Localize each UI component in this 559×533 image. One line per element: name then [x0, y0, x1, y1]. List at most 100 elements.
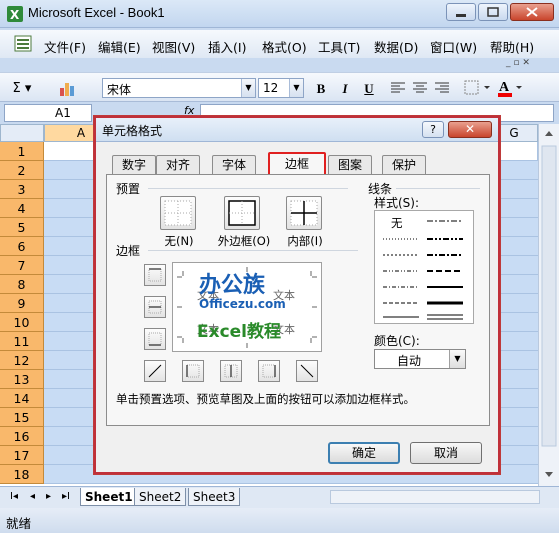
- cancel-button[interactable]: 取消: [410, 442, 482, 464]
- row-header[interactable]: 4: [0, 199, 44, 218]
- workbook-icon[interactable]: [14, 35, 34, 53]
- row-header[interactable]: 18: [0, 465, 44, 484]
- row-header[interactable]: 7: [0, 256, 44, 275]
- close-window-button[interactable]: [510, 3, 554, 21]
- border-label: 边框: [116, 244, 141, 258]
- row-header[interactable]: 11: [0, 332, 44, 351]
- watermark-url: Officezu.com: [199, 297, 286, 311]
- autosum-button[interactable]: Σ ▾: [6, 80, 38, 98]
- border-top-button[interactable]: [144, 264, 166, 286]
- watermark-logo-text: 办公族: [199, 273, 266, 298]
- preset-outline-button[interactable]: [224, 196, 260, 230]
- borders-icon[interactable]: [464, 80, 490, 96]
- last-sheet-button[interactable]: ▸I: [62, 491, 70, 502]
- tab-alignment[interactable]: 对齐: [156, 155, 200, 175]
- menu-help[interactable]: 帮助(H): [490, 37, 534, 56]
- ok-button[interactable]: 确定: [328, 442, 400, 464]
- restore-button[interactable]: [478, 3, 508, 21]
- row-header[interactable]: 6: [0, 237, 44, 256]
- tab-patterns[interactable]: 图案: [328, 155, 372, 175]
- sheet-tab-2[interactable]: Sheet2: [134, 488, 187, 506]
- row-header[interactable]: 14: [0, 389, 44, 408]
- row-header[interactable]: 10: [0, 313, 44, 332]
- excel-app-icon: X: [6, 5, 24, 23]
- menu-file[interactable]: 文件(F): [44, 37, 86, 56]
- align-right-icon[interactable]: [434, 80, 450, 96]
- line-color-select[interactable]: 自动 ▼: [374, 349, 466, 369]
- previous-sheet-button[interactable]: ◂: [30, 491, 35, 502]
- preset-none-button[interactable]: [160, 196, 196, 230]
- row-header[interactable]: 2: [0, 161, 44, 180]
- border-center-button[interactable]: [220, 360, 242, 382]
- dialog-title: 单元格格式: [102, 124, 163, 138]
- row-header[interactable]: 9: [0, 294, 44, 313]
- menu-window[interactable]: 窗口(W): [430, 37, 477, 56]
- row-header[interactable]: 15: [0, 408, 44, 427]
- border-left-button[interactable]: [182, 360, 204, 382]
- align-left-icon[interactable]: [390, 80, 406, 96]
- sum-icon: Σ: [12, 81, 21, 96]
- line-divider: [396, 188, 480, 189]
- horizontal-scrollbar[interactable]: [330, 490, 540, 504]
- border-diagonal-down-button[interactable]: [296, 360, 318, 382]
- sheet-tab-3[interactable]: Sheet3: [188, 488, 241, 506]
- border-inside-icon: [290, 200, 318, 226]
- font-size-select[interactable]: 12 ▼: [258, 78, 304, 98]
- menu-view[interactable]: 视图(V): [152, 37, 195, 56]
- sheet-tab-1[interactable]: Sheet1: [80, 488, 138, 506]
- select-all-corner[interactable]: [0, 124, 44, 142]
- preset-inside-label: 内部(I): [287, 234, 323, 248]
- row-header[interactable]: 17: [0, 446, 44, 465]
- workbook-window-controls[interactable]: _ ▫ ✕: [506, 58, 530, 68]
- menu-tools[interactable]: 工具(T): [318, 37, 360, 56]
- border-preview[interactable]: 文本 文本 文本 文本 办公族 Officezu.com Excel教程: [172, 262, 322, 352]
- italic-button[interactable]: I: [336, 80, 354, 98]
- border-vertical-icon: [224, 364, 238, 378]
- chevron-down-icon: ▼: [241, 79, 255, 97]
- minimize-button[interactable]: [446, 3, 476, 21]
- font-name-value: 宋体: [107, 83, 132, 97]
- preset-inside-button[interactable]: [286, 196, 322, 230]
- vertical-scrollbar[interactable]: [538, 124, 559, 486]
- row-header[interactable]: 13: [0, 370, 44, 389]
- font-name-select[interactable]: 宋体 ▼: [102, 78, 256, 98]
- row-header[interactable]: 16: [0, 427, 44, 446]
- border-divider: [148, 250, 358, 251]
- line-style-samples[interactable]: [375, 211, 473, 323]
- dialog-close-button[interactable]: ✕: [448, 121, 492, 138]
- font-size-value: 12: [263, 81, 279, 95]
- row-header[interactable]: 5: [0, 218, 44, 237]
- status-text: 就绪: [6, 516, 32, 531]
- line-style-list[interactable]: 无: [374, 210, 474, 324]
- bold-button[interactable]: B: [312, 80, 330, 98]
- row-header[interactable]: 8: [0, 275, 44, 294]
- border-diagonal-up-button[interactable]: [144, 360, 166, 382]
- next-sheet-button[interactable]: ▸: [46, 491, 51, 502]
- border-hint-text: 单击预置选项、预览草图及上面的按钮可以添加边框样式。: [116, 392, 415, 406]
- border-none-icon: [164, 200, 192, 226]
- name-box[interactable]: A1: [4, 104, 92, 122]
- row-header[interactable]: 3: [0, 180, 44, 199]
- tab-font[interactable]: 字体: [212, 155, 256, 175]
- row-header[interactable]: 1: [0, 142, 44, 161]
- menu-edit[interactable]: 编辑(E): [98, 37, 141, 56]
- menu-format[interactable]: 格式(O): [262, 37, 307, 56]
- menu-insert[interactable]: 插入(I): [208, 37, 246, 56]
- border-right-button[interactable]: [258, 360, 280, 382]
- row-header[interactable]: 12: [0, 351, 44, 370]
- chart-wizard-icon[interactable]: [58, 78, 80, 98]
- first-sheet-button[interactable]: I◂: [10, 491, 18, 502]
- window-title: Microsoft Excel - Book1: [28, 5, 165, 20]
- dialog-title-bar[interactable]: 单元格格式 ? ✕: [96, 118, 498, 142]
- tab-number[interactable]: 数字: [112, 155, 156, 175]
- border-middle-button[interactable]: [144, 296, 166, 318]
- menu-data[interactable]: 数据(D): [374, 37, 418, 56]
- tab-border[interactable]: 边框: [268, 152, 326, 176]
- underline-button[interactable]: U: [360, 80, 378, 98]
- format-cells-dialog: 单元格格式 ? ✕ 数字 对齐 字体 边框 图案 保护 预置 无(N) 外边框(…: [94, 116, 500, 474]
- help-button[interactable]: ?: [422, 121, 444, 138]
- tab-protection[interactable]: 保护: [382, 155, 426, 175]
- align-center-icon[interactable]: [412, 80, 428, 96]
- border-bottom-button[interactable]: [144, 328, 166, 350]
- border-outline-icon: [228, 200, 256, 226]
